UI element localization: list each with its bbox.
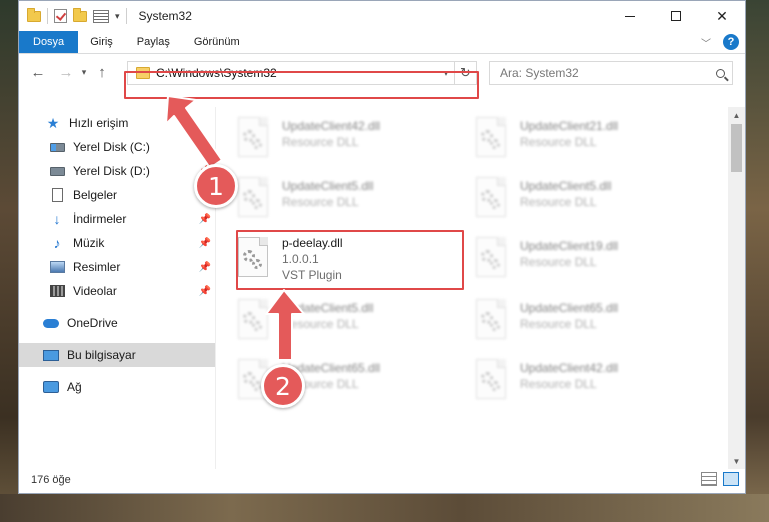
step-1-badge: 1 [194, 164, 238, 208]
arrow-2 [265, 289, 305, 361]
step-2-badge: 2 [261, 364, 305, 408]
annotation-arrows [165, 95, 305, 361]
arrow-1 [165, 95, 223, 169]
